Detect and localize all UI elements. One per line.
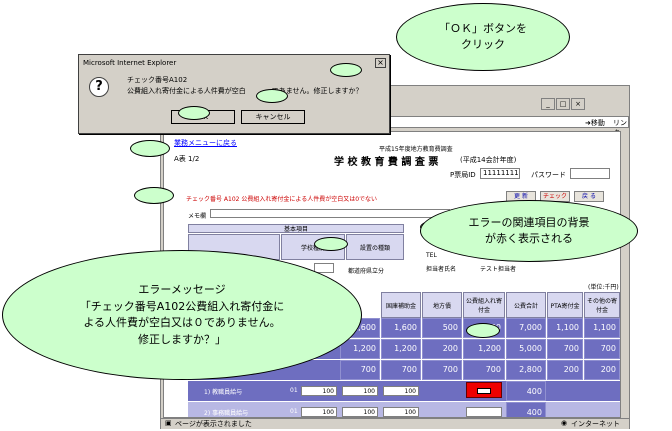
sub-row-1-input[interactable]: 100 [342,386,378,396]
close-icon: × [377,58,384,67]
table-cell: 2,800 [506,360,546,380]
cloud-marker [178,106,210,120]
page-icon: ▣ [165,419,172,427]
setup-value: 都道府県立分 [348,268,385,275]
table-cell: 700 [584,339,620,359]
survey-title: 学 校 教 育 費 調 査 票 [334,157,439,168]
fiscal-title: 平成15年度地方教育費調査 [379,146,453,153]
col-other: その他の寄付金 [584,292,620,318]
sub-row-2-input[interactable]: 100 [301,407,337,417]
table-cell: 1,600 [381,318,421,338]
minimize-button[interactable]: _ [541,98,555,110]
dialog-message-line1: チェック番号A102 [127,76,188,84]
id-field[interactable]: 11111111 [480,168,520,179]
table-cell: 1,100 [547,318,583,338]
survey-subtitle: (平成14会計年度) [460,156,517,164]
table-cell: 700 [463,360,505,380]
table-cell: 1,100 [584,318,620,338]
sub-row-2-input[interactable] [466,407,502,417]
table-cell: 1,200 [381,339,421,359]
col-total: 公費合計 [506,292,546,318]
callout-error-background: エラーの関連項目の背景 が赤く表示される [420,200,638,262]
table-cell: 700 [547,339,583,359]
callout-ok-click: 「ＯＫ」ボタンを クリック [396,3,570,71]
sub-row-2-input[interactable]: 100 [383,407,419,417]
status-zone: インターネット [571,420,620,428]
form-code: A表 1/2 [174,155,200,163]
back-to-menu-link[interactable]: 業務メニューに戻る [174,138,237,148]
sub-row-1-code: 01 [290,387,298,394]
table-cell: 1,200 [340,339,380,359]
dialog-message-line2: 公費組入れ寄付金による人件費が空白 であません。修正しますか？ [127,87,363,95]
tel-label: TEL [426,252,437,259]
error-field-marker [477,388,491,394]
table-cell: 400 [506,402,546,417]
sub-row-2-label: 2) 事務職員給与 [204,410,249,417]
sub-row-1-input[interactable]: 100 [301,386,337,396]
col-kuni: 国庫補助金 [381,292,421,318]
sub-row-1-input[interactable]: 100 [383,386,419,396]
table-cell: 700 [381,360,421,380]
password-field[interactable] [570,168,610,179]
note-label: メモ欄 [188,213,207,220]
contact-label: 担当者氏名 [426,266,457,273]
table-cell: 7,000 [506,318,546,338]
table-cell: 200 [584,360,620,380]
table-cell: 700 [422,360,462,380]
table-cell: 200 [422,339,462,359]
cloud-marker [330,63,362,77]
cancel-button[interactable]: キャンセル [241,110,305,124]
basic-items-header: 基本項目 [188,224,404,233]
maximize-button[interactable]: □ [556,98,570,110]
error-highlight-cell[interactable] [466,382,502,398]
col-pta: PTA寄付金 [547,292,583,318]
col-chiho: 地方債 [422,292,462,318]
contact-value: テスト担当者 [480,266,517,273]
status-text: ページが表示されました [175,420,252,428]
cloud-marker [466,323,500,338]
table-cell: 5,000 [506,339,546,359]
dialog-title: Microsoft Internet Explorer [83,59,177,67]
id-label: P票局ID [450,171,476,179]
cloud-marker [314,237,348,251]
cloud-marker [256,89,288,103]
unit-note: (単位:千円) [588,284,619,291]
note-field[interactable] [210,209,450,218]
col-kifu: 公費組入れ寄付金 [463,292,505,318]
cloud-marker [134,187,174,204]
back-button[interactable]: 戻 る [574,191,604,202]
table-cell: 500 [422,318,462,338]
callout-error-message: エラーメッセージ 「チェック番号A102公費組入れ寄付金に よる人件費が空白又は… [2,250,362,380]
col-setup-type: 設置の種類 [346,234,404,260]
table-cell: 200 [547,360,583,380]
cloud-marker [130,140,170,157]
question-icon: ? [89,77,109,97]
table-cell: 700 [340,360,380,380]
table-cell: 1,200 [463,339,505,359]
password-label: パスワード [531,171,566,179]
sub-row-1-label: 1) 教職員給与 [204,389,243,396]
table-cell: 400 [506,381,546,401]
dialog-close-button[interactable]: × [375,58,386,68]
status-bar: ▣ ページが表示されました ◉ インターネット [161,418,629,429]
close-window-button[interactable]: × [571,98,585,110]
sub-row-2-input[interactable]: 100 [342,407,378,417]
zone-icon: ◉ [561,419,568,427]
go-button[interactable]: ➜移動 [585,118,605,128]
error-message-line: チェック番号 A102 公費組入れ寄付金による人件費が空白又は0でない [186,196,378,203]
sub-row-2-code: 01 [290,408,298,415]
